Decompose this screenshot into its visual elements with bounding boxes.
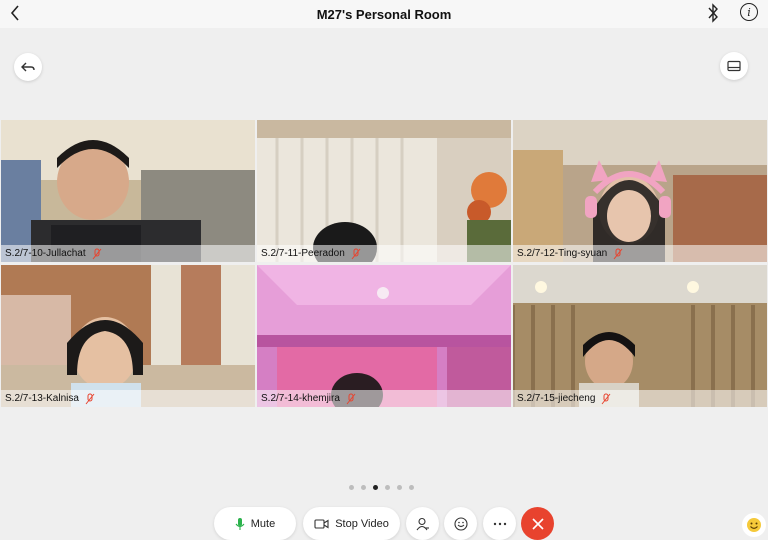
video-tile[interactable]: S.2/7-11-Peeradon (257, 120, 511, 262)
video-tile[interactable]: S.2/7-10-Jullachat (1, 120, 255, 262)
video-tile[interactable]: S.2/7-13-Kalnisa (1, 265, 255, 407)
participant-name: S.2/7-14-khemjira (261, 393, 340, 404)
page-dot[interactable] (349, 485, 354, 490)
reactions-button[interactable] (444, 507, 477, 540)
participant-name: S.2/7-15-jiecheng (517, 393, 596, 404)
participant-name-bar: S.2/7-11-Peeradon (257, 245, 511, 262)
mic-muted-icon (602, 393, 611, 404)
close-icon (531, 517, 544, 530)
mic-icon (235, 517, 245, 530)
participant-name-bar: S.2/7-13-Kalnisa (1, 390, 255, 407)
participant-name-bar: S.2/7-12-Ting-syuan (513, 245, 767, 262)
meeting-title: M27's Personal Room (316, 6, 452, 22)
emoji-icon (747, 518, 761, 532)
participant-video (1, 265, 255, 407)
participant-video (513, 265, 767, 407)
stop-video-label: Stop Video (335, 517, 389, 530)
video-grid: S.2/7-10-Jullachat S.2/7-11-Peeradon S.2… (0, 120, 768, 407)
mic-muted-icon (346, 393, 356, 404)
participant-name: S.2/7-12-Ting-syuan (517, 248, 608, 259)
mic-muted-icon (85, 393, 95, 404)
participants-icon (416, 517, 429, 530)
layout-icon (727, 60, 741, 72)
participant-video (513, 120, 767, 262)
participant-name-bar: S.2/7-15-jiecheng (513, 390, 767, 407)
return-button[interactable] (14, 53, 42, 81)
participant-name: S.2/7-11-Peeradon (261, 248, 345, 259)
mic-muted-icon (92, 248, 101, 259)
participants-button[interactable] (406, 507, 439, 540)
chevron-left-icon[interactable] (6, 3, 24, 23)
page-dot-active[interactable] (373, 485, 378, 490)
bluetooth-icon[interactable] (705, 3, 721, 23)
top-bar: M27's Personal Room i (0, 0, 768, 28)
info-icon[interactable]: i (740, 3, 758, 21)
page-dot[interactable] (409, 485, 414, 490)
smiley-icon (453, 516, 468, 531)
video-camera-icon (314, 518, 329, 529)
video-tile[interactable]: S.2/7-15-jiecheng (513, 265, 767, 407)
mic-muted-icon (613, 248, 623, 259)
page-dot[interactable] (397, 485, 402, 490)
page-indicator (349, 485, 414, 490)
leave-meeting-button[interactable] (521, 507, 554, 540)
participant-video (257, 120, 511, 262)
mic-muted-icon (351, 248, 361, 259)
participant-name: S.2/7-13-Kalnisa (5, 393, 79, 404)
video-tile[interactable]: S.2/7-12-Ting-syuan (513, 120, 767, 262)
layout-button[interactable] (720, 52, 748, 80)
participant-name: S.2/7-10-Jullachat (5, 248, 86, 259)
more-icon (493, 522, 506, 525)
participant-video (1, 120, 255, 262)
participant-video (257, 265, 511, 407)
stop-video-button[interactable]: Stop Video (303, 507, 400, 540)
emoji-reaction-button[interactable] (742, 513, 766, 537)
participant-name-bar: S.2/7-10-Jullachat (1, 245, 255, 262)
video-tile[interactable]: S.2/7-14-khemjira (257, 265, 511, 407)
mute-button[interactable]: Mute (214, 507, 296, 540)
more-button[interactable] (483, 507, 516, 540)
mute-label: Mute (250, 517, 276, 530)
page-dot[interactable] (385, 485, 390, 490)
participant-name-bar: S.2/7-14-khemjira (257, 390, 511, 407)
page-dot[interactable] (361, 485, 366, 490)
return-arrow-icon (21, 62, 35, 72)
